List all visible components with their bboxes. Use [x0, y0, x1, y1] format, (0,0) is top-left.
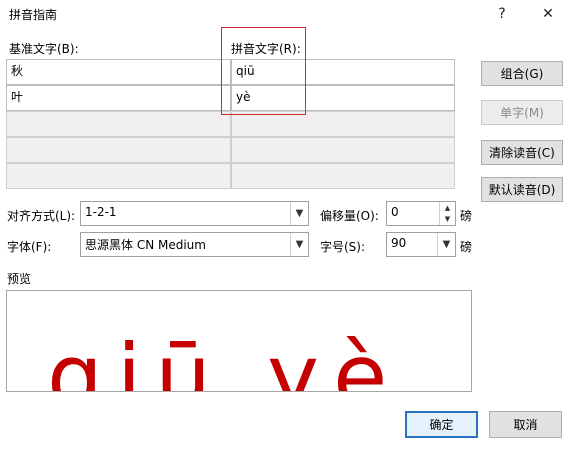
base-text-cell — [6, 111, 231, 137]
spin-up-icon[interactable]: ▲ — [440, 202, 455, 214]
base-text-cell — [6, 163, 231, 189]
base-text-cell[interactable]: 叶 — [6, 85, 231, 111]
chevron-down-icon[interactable]: ▼ — [437, 233, 455, 256]
align-label: 对齐方式(L): — [7, 209, 76, 223]
default-pronunciation-button[interactable]: 默认读音(D) — [481, 177, 563, 202]
size-value: 90 — [391, 236, 407, 250]
font-value: 思源黑体 CN Medium — [85, 238, 206, 252]
help-icon[interactable]: ? — [482, 0, 522, 28]
window-title: 拼音指南 — [9, 8, 58, 22]
offset-stepper[interactable]: 0 ▲ ▼ — [386, 201, 456, 226]
offset-label: 偏移量(O): — [320, 209, 379, 223]
ok-button[interactable]: 确定 — [405, 411, 478, 438]
align-value: 1-2-1 — [85, 205, 117, 219]
base-text-cell — [6, 137, 231, 163]
chevron-down-icon[interactable]: ▼ — [290, 233, 308, 256]
base-text-cell[interactable]: 秋 — [6, 59, 231, 85]
size-select[interactable]: 90 ▼ — [386, 232, 456, 257]
highlight-box — [221, 27, 306, 115]
preview-label: 预览 — [7, 272, 32, 286]
offset-value: 0 — [391, 205, 399, 219]
cancel-button[interactable]: 取消 — [489, 411, 562, 438]
close-icon[interactable]: ✕ — [528, 0, 568, 28]
pinyin-text-cell — [231, 137, 455, 163]
single-char-button[interactable]: 单字(M) — [481, 100, 563, 125]
font-select[interactable]: 思源黑体 CN Medium ▼ — [80, 232, 309, 257]
preview-text: qiū yè — [47, 325, 402, 392]
font-label: 字体(F): — [7, 240, 52, 254]
size-label: 字号(S): — [320, 240, 366, 254]
size-unit: 磅 — [460, 240, 473, 254]
clear-pronunciation-button[interactable]: 清除读音(C) — [481, 140, 563, 165]
preview-box: qiū yè — [6, 290, 472, 392]
group-button[interactable]: 组合(G) — [481, 61, 563, 86]
offset-unit: 磅 — [460, 209, 473, 223]
chevron-down-icon[interactable]: ▼ — [290, 202, 308, 225]
align-select[interactable]: 1-2-1 ▼ — [80, 201, 309, 226]
offset-spin[interactable]: ▲ ▼ — [439, 202, 455, 225]
spin-down-icon[interactable]: ▼ — [440, 214, 455, 226]
base-text-label: 基准文字(B): — [9, 42, 79, 56]
pinyin-text-cell — [231, 163, 455, 189]
